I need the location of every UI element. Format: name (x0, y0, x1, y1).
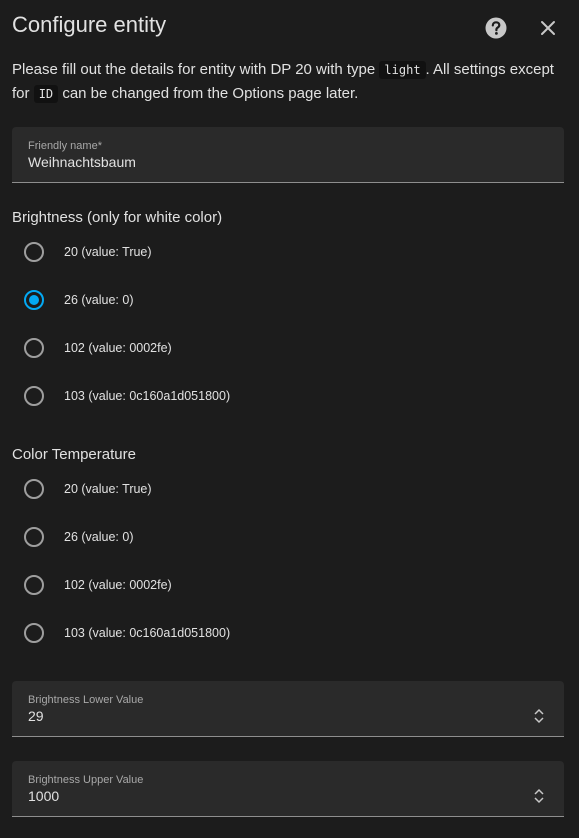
radio-option[interactable]: 20 (value: True) (24, 477, 152, 501)
dialog-title: Configure entity (12, 12, 167, 37)
radio-button[interactable] (24, 575, 44, 595)
radio-option-label: 102 (value: 0002fe) (64, 341, 172, 355)
radio-option[interactable]: 102 (value: 0002fe) (24, 336, 172, 360)
radio-button[interactable] (24, 479, 44, 499)
brightness-upper-input[interactable] (28, 788, 508, 804)
radio-option[interactable]: 102 (value: 0002fe) (24, 573, 172, 597)
radio-option[interactable]: 103 (value: 0c160a1d051800) (24, 621, 230, 645)
radio-option-label: 20 (value: True) (64, 245, 152, 259)
close-button[interactable] (534, 14, 562, 42)
radio-option-label: 26 (value: 0) (64, 293, 134, 307)
radio-button[interactable] (24, 527, 44, 547)
brightness-lower-field[interactable]: Brightness Lower Value (12, 681, 564, 737)
radio-option-label: 26 (value: 0) (64, 530, 134, 544)
radio-option[interactable]: 26 (value: 0) (24, 525, 133, 549)
stepper-icon[interactable] (532, 787, 546, 805)
radio-button[interactable] (24, 338, 44, 358)
close-icon (541, 21, 555, 35)
radio-option-label: 103 (value: 0c160a1d051800) (64, 389, 231, 403)
description-text-3: can be changed from the Options page lat… (62, 85, 359, 102)
description-text-1: Please fill out the details for entity w… (12, 61, 376, 78)
dialog-description: Please fill out the details for entity w… (12, 58, 572, 106)
radio-button[interactable] (24, 386, 44, 406)
help-button[interactable] (482, 14, 510, 42)
radio-button-checked[interactable] (24, 290, 44, 310)
radio-button[interactable] (24, 242, 44, 262)
dialog-header: Configure entity (0, 0, 579, 56)
color-temperature-title: Color Temperature (12, 446, 136, 463)
radio-option[interactable]: 20 (value: True) (24, 240, 152, 264)
id-code: ID (33, 85, 59, 103)
friendly-name-label: Friendly name* (28, 140, 102, 152)
brightness-lower-input[interactable] (28, 708, 508, 724)
radio-option-label: 20 (value: True) (64, 482, 152, 496)
friendly-name-field[interactable]: Friendly name* (12, 127, 564, 183)
brightness-title: Brightness (only for white color) (12, 209, 223, 226)
brightness-upper-label: Brightness Upper Value (28, 774, 144, 786)
radio-option-label: 103 (value: 0c160a1d051800) (64, 626, 231, 640)
radio-option[interactable]: 26 (value: 0) (24, 288, 133, 312)
brightness-upper-field[interactable]: Brightness Upper Value (12, 761, 564, 817)
help-circle-icon (485, 17, 507, 39)
brightness-lower-label: Brightness Lower Value (28, 694, 144, 706)
type-code: light (379, 61, 426, 79)
radio-option-label: 102 (value: 0002fe) (64, 578, 172, 592)
friendly-name-input[interactable] (28, 154, 508, 170)
radio-button[interactable] (24, 623, 44, 643)
radio-option[interactable]: 103 (value: 0c160a1d051800) (24, 384, 230, 408)
stepper-icon[interactable] (532, 707, 546, 725)
